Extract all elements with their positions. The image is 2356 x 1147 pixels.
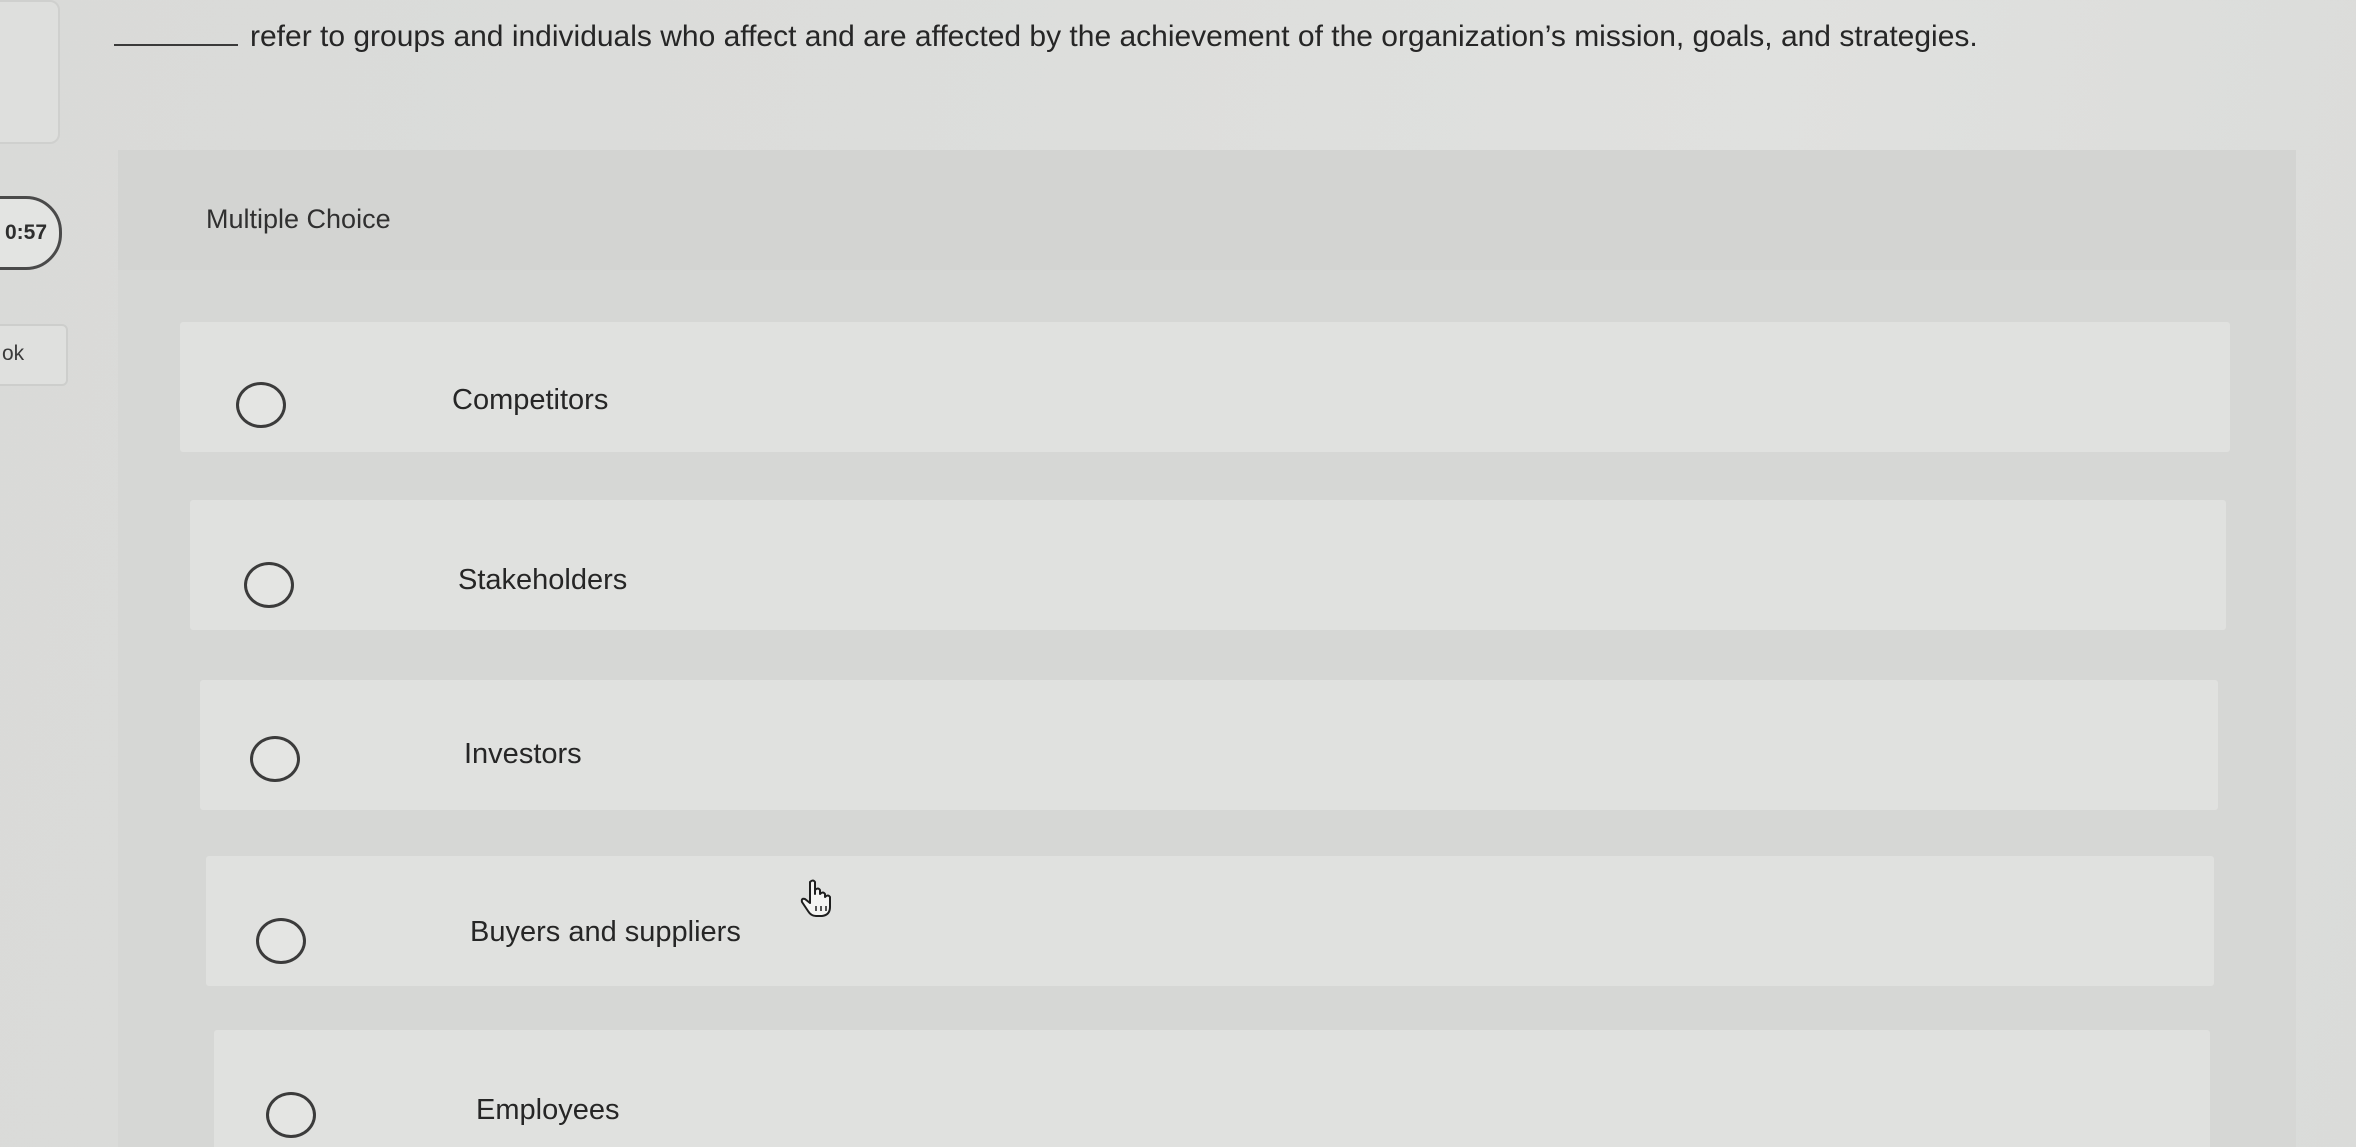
question-type-label: Multiple Choice bbox=[206, 204, 391, 234]
choice-label: Competitors bbox=[452, 384, 609, 416]
choice-option-investors[interactable]: Investors bbox=[200, 680, 2218, 810]
choice-option-employees[interactable]: Employees bbox=[214, 1030, 2210, 1147]
previous-nav-button[interactable] bbox=[0, 0, 60, 144]
choice-option-buyers-and-suppliers[interactable]: Buyers and suppliers bbox=[206, 856, 2214, 986]
radio-button-icon[interactable] bbox=[266, 1092, 316, 1138]
choice-option-competitors[interactable]: Competitors bbox=[180, 322, 2230, 452]
choice-label: Employees bbox=[476, 1094, 620, 1126]
panel-header bbox=[118, 150, 2296, 270]
choice-label: Investors bbox=[464, 738, 582, 770]
answer-panel bbox=[118, 150, 2296, 1147]
radio-button-icon[interactable] bbox=[256, 918, 306, 964]
choice-label: Stakeholders bbox=[458, 564, 628, 596]
ebook-button[interactable]: ok bbox=[0, 324, 68, 386]
ebook-button-label: ok bbox=[2, 342, 25, 365]
timer-badge: 0:57 bbox=[0, 196, 62, 270]
question-prompt: refer to groups and individuals who affe… bbox=[114, 20, 1978, 54]
radio-button-icon[interactable] bbox=[244, 562, 294, 608]
radio-button-icon[interactable] bbox=[250, 736, 300, 782]
fill-in-blank bbox=[114, 44, 238, 46]
choice-label: Buyers and suppliers bbox=[470, 916, 741, 948]
question-text: refer to groups and individuals who affe… bbox=[250, 20, 1978, 53]
choice-option-stakeholders[interactable]: Stakeholders bbox=[190, 500, 2226, 630]
radio-button-icon[interactable] bbox=[236, 382, 286, 428]
hand-pointer-icon bbox=[800, 879, 831, 917]
timer-text: 0:57 bbox=[4, 221, 47, 244]
